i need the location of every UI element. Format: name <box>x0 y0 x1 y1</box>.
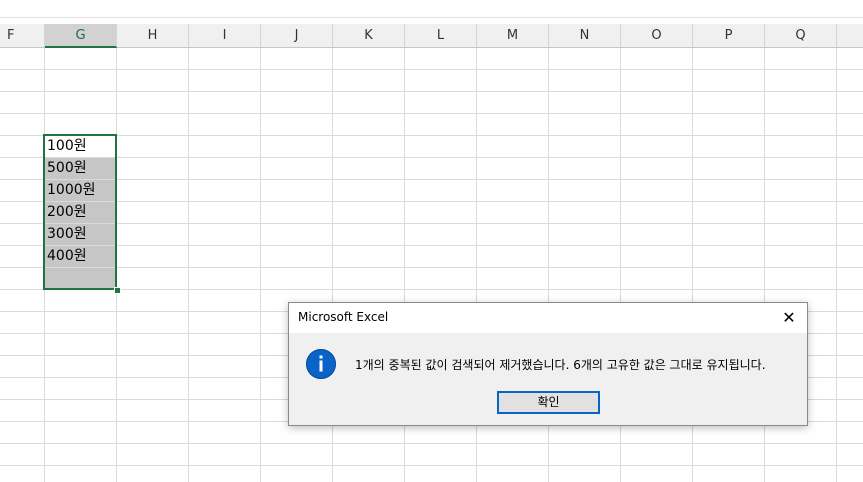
gridline <box>0 201 863 202</box>
cell-g11[interactable]: 300원 <box>45 224 116 245</box>
cell-g12[interactable]: 400원 <box>45 246 116 267</box>
fill-handle[interactable] <box>114 287 121 294</box>
gridline <box>0 91 863 92</box>
dialog-title: Microsoft Excel <box>298 310 389 324</box>
column-header-q[interactable]: Q <box>765 24 837 47</box>
gridline <box>0 157 863 158</box>
cell-g9[interactable]: 1000원 <box>45 180 116 201</box>
cell-g10[interactable]: 200원 <box>45 202 116 223</box>
column-header-r[interactable] <box>837 24 863 47</box>
column-header-h[interactable]: H <box>117 24 189 47</box>
cell-g7[interactable]: 100원 <box>45 136 116 157</box>
cell-g8[interactable]: 500원 <box>45 158 116 179</box>
column-header-i[interactable]: I <box>189 24 261 47</box>
column-header-g[interactable]: G <box>45 24 117 48</box>
column-header-k[interactable]: K <box>333 24 405 47</box>
gridline <box>0 113 863 114</box>
column-header-l[interactable]: L <box>405 24 477 47</box>
column-header-row: F G H I J K L M N O P Q <box>0 24 863 48</box>
close-icon[interactable]: ✕ <box>779 308 799 328</box>
gridline <box>0 179 863 180</box>
column-header-f[interactable]: F <box>0 24 45 47</box>
spreadsheet: F G H I J K L M N O P Q 100원 500원 1000원 … <box>0 0 863 482</box>
cell-g13[interactable] <box>45 268 116 289</box>
gridline <box>0 443 863 444</box>
gridline <box>0 135 863 136</box>
dialog-titlebar[interactable]: Microsoft Excel ✕ <box>289 303 807 333</box>
ok-button[interactable]: 확인 <box>497 391 600 414</box>
column-header-m[interactable]: M <box>477 24 549 47</box>
column-header-p[interactable]: P <box>693 24 765 47</box>
message-dialog: Microsoft Excel ✕ 1개의 중복된 값이 검색되어 제거했습니다… <box>288 302 808 426</box>
gridline <box>0 289 863 290</box>
dialog-message: 1개의 중복된 값이 검색되어 제거했습니다. 6개의 고유한 값은 그대로 유… <box>355 358 766 372</box>
gridline <box>0 465 863 466</box>
column-header-o[interactable]: O <box>621 24 693 47</box>
ribbon-edge <box>0 0 863 18</box>
column-header-j[interactable]: J <box>261 24 333 47</box>
gridline <box>0 267 863 268</box>
column-header-n[interactable]: N <box>549 24 621 47</box>
gridline <box>0 245 863 246</box>
gridline <box>0 223 863 224</box>
info-icon <box>306 349 336 379</box>
gridline <box>0 69 863 70</box>
